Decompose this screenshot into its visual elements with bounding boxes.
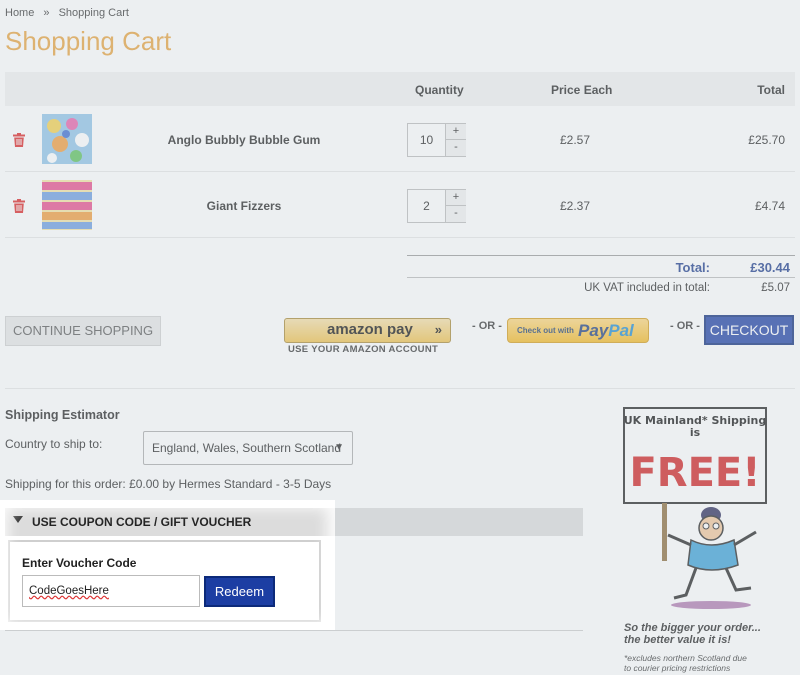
total-label: Total: <box>675 260 710 275</box>
chevron-down-icon: ▼ <box>334 442 344 453</box>
or-separator: - OR - <box>472 320 502 332</box>
breadcrumb-home-link[interactable]: Home <box>5 7 34 19</box>
page-header: Home » Shopping Cart Shopping Cart <box>0 0 800 64</box>
quantity-increase-button[interactable]: + <box>446 190 466 206</box>
trash-icon[interactable] <box>13 199 25 213</box>
table-row: Giant Fizzers 2 + - £2.37 £4.74 <box>5 172 795 238</box>
section-divider <box>5 388 795 389</box>
country-select[interactable]: England, Wales, Southern Scotland ▼ <box>143 431 353 465</box>
country-select-value: England, Wales, Southern Scotland <box>152 441 342 455</box>
quantity-increase-button[interactable]: + <box>446 124 466 140</box>
table-row: Anglo Bubbly Bubble Gum 10 + - £2.57 £25… <box>5 106 795 172</box>
totals-divider <box>407 277 795 278</box>
cart-table-header: Quantity Price Each Total <box>5 72 795 106</box>
country-label: Country to ship to: <box>5 437 103 451</box>
total-value: £30.44 <box>750 260 790 275</box>
promo-line-1: So the bigger your order... <box>624 622 761 634</box>
shipping-info: Shipping for this order: £0.00 by Hermes… <box>5 477 332 491</box>
shipping-estimator-title: Shipping Estimator <box>5 408 120 422</box>
quantity-stepper[interactable]: 2 + - <box>407 189 466 223</box>
paypal-caption: Check out with <box>517 326 574 335</box>
continue-shopping-button[interactable]: CONTINUE SHOPPING <box>5 316 161 346</box>
price-each: £2.37 <box>559 199 591 213</box>
voucher-code-input[interactable]: CodeGoesHere <box>22 575 200 607</box>
line-total: £25.70 <box>748 133 785 147</box>
checkout-button[interactable]: CHECKOUT <box>704 315 794 345</box>
quantity-input[interactable]: 2 <box>408 190 446 222</box>
total-header: Total <box>757 83 785 97</box>
promo-line-2: the better value it is! <box>624 634 731 646</box>
paypal-logo: PayPal <box>578 321 634 340</box>
price-each: £2.57 <box>559 133 591 147</box>
promo-footnote-2: to courier pricing restrictions <box>624 663 731 673</box>
vat-label: UK VAT included in total: <box>584 282 710 294</box>
product-name[interactable]: Anglo Bubbly Bubble Gum <box>85 133 403 147</box>
quantity-stepper[interactable]: 10 + - <box>407 123 466 157</box>
svg-text:FREE!: FREE! <box>629 450 760 496</box>
breadcrumb: Home » Shopping Cart <box>5 7 135 19</box>
svg-text:is: is <box>690 426 701 439</box>
amazon-pay-caption: USE YOUR AMAZON ACCOUNT <box>288 344 439 355</box>
coupon-toggle-label: USE COUPON CODE / GIFT VOUCHER <box>32 515 252 529</box>
quantity-decrease-button[interactable]: - <box>446 206 466 222</box>
trash-icon[interactable] <box>13 133 25 147</box>
quantity-header: Quantity <box>415 83 464 97</box>
coupon-toggle[interactable]: USE COUPON CODE / GIFT VOUCHER <box>5 508 583 536</box>
amazon-pay-button[interactable]: amazon pay » <box>284 318 451 343</box>
amazon-pay-label: amazon pay <box>327 321 413 338</box>
dim-overlay <box>0 630 335 675</box>
page-title: Shopping Cart <box>5 26 172 56</box>
quantity-input[interactable]: 10 <box>408 124 446 156</box>
chevron-right-icon: » <box>434 322 442 337</box>
or-separator: - OR - <box>670 320 700 332</box>
breadcrumb-separator: » <box>43 7 50 19</box>
promo-footnote-1: *excludes northern Scotland due <box>624 653 747 663</box>
quantity-decrease-button[interactable]: - <box>446 140 466 156</box>
caret-down-icon <box>13 516 23 523</box>
vat-value: £5.07 <box>761 282 790 294</box>
paypal-checkout-button[interactable]: Check out with PayPal <box>507 318 649 343</box>
line-total: £4.74 <box>754 199 785 213</box>
voucher-label: Enter Voucher Code <box>22 556 137 570</box>
totals-divider <box>407 255 795 256</box>
section-divider <box>5 630 583 631</box>
redeem-button[interactable]: Redeem <box>204 576 275 607</box>
voucher-panel: Enter Voucher Code CodeGoesHere Redeem <box>8 540 321 622</box>
breadcrumb-current: Shopping Cart <box>58 7 129 19</box>
price-header: Price Each <box>551 83 613 97</box>
product-name[interactable]: Giant Fizzers <box>85 199 403 213</box>
